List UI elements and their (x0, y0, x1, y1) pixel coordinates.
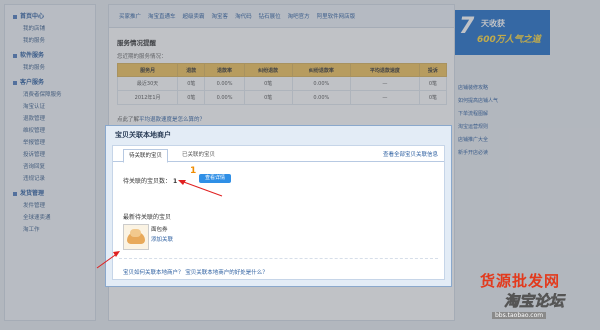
watermark-subtitle: 淘宝论坛 (504, 292, 565, 311)
watermark: 货源批发网 淘宝论坛 bbs.taobao.com (472, 268, 592, 324)
page: 首页中心 我的店铺 我的服务 软件服务 我的服务 客户服务 消费者保障服务 淘宝… (0, 0, 600, 330)
watermark-title: 货源批发网 (480, 272, 561, 290)
arrow-to-item (96, 251, 120, 269)
watermark-url: bbs.taobao.com (492, 312, 547, 319)
arrow-to-count (178, 180, 223, 197)
